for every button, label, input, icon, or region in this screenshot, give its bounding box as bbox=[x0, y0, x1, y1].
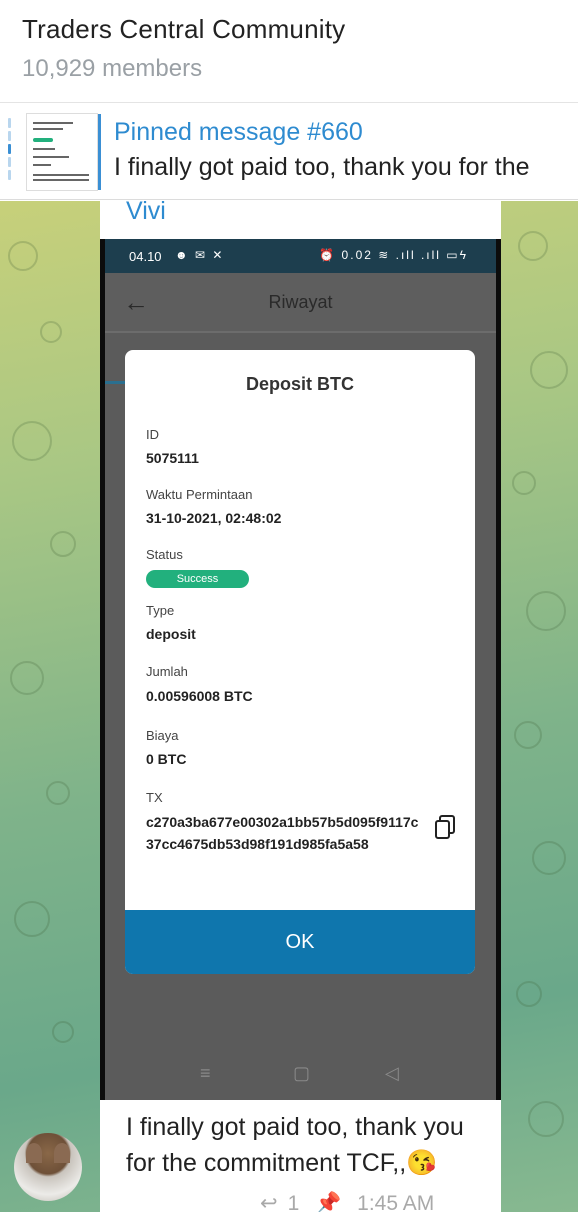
pinned-thumbnail bbox=[26, 113, 98, 191]
ok-button: OK bbox=[125, 910, 475, 974]
status-label: Status bbox=[146, 547, 183, 562]
avatar[interactable] bbox=[14, 1133, 82, 1201]
deposit-dialog: Deposit BTC ID 5075111 Waktu Permintaan … bbox=[125, 350, 475, 974]
system-status-icons: ⏰ 0.02 ≋ .ıll .ıll ▭ϟ bbox=[319, 248, 468, 262]
home-icon: ▢ bbox=[293, 1063, 311, 1083]
reply-count[interactable]: 1 bbox=[288, 1192, 300, 1212]
app-bar-title: Riwayat bbox=[268, 292, 333, 312]
pinned-message-bar[interactable]: Pinned message #660 I finally got paid t… bbox=[0, 104, 578, 200]
fee-value: 0 BTC bbox=[146, 751, 187, 767]
reply-icon[interactable]: ↩ bbox=[260, 1192, 278, 1212]
chat-header[interactable]: Traders Central Community 10,929 members bbox=[0, 0, 578, 103]
tx-hash-value: c270a3ba677e00302a1bb57b5d095f9117c37cc4… bbox=[146, 814, 419, 852]
request-time-label: Waktu Permintaan bbox=[146, 487, 253, 502]
phone-nav-bar: ≡ ▢ ◁ bbox=[105, 1049, 496, 1100]
message-time: 1:45 AM bbox=[357, 1192, 435, 1212]
request-time-value: 31-10-2021, 02:48:02 bbox=[146, 510, 282, 526]
message-photo[interactable]: 04.10 ☻ ✉ ✕ ⏰ 0.02 ≋ .ıll .ıll ▭ϟ ← Riwa… bbox=[100, 239, 501, 1100]
pinned-preview-text: I finally got paid too, thank you for th… bbox=[114, 153, 530, 181]
id-value: 5075111 bbox=[146, 450, 199, 466]
pinned-title: Pinned message #660 bbox=[114, 118, 363, 146]
tx-label: TX bbox=[146, 790, 163, 805]
group-title[interactable]: Traders Central Community bbox=[22, 14, 345, 45]
amount-value: 0.00596008 BTC bbox=[146, 688, 253, 704]
type-value: deposit bbox=[146, 626, 196, 642]
pinned-divider bbox=[98, 114, 101, 190]
back-icon: ◁ bbox=[385, 1063, 399, 1083]
id-label: ID bbox=[146, 427, 159, 442]
message-bubble[interactable]: Vivi 04.10 ☻ ✉ ✕ ⏰ 0.02 ≋ .ıll .ıll ▭ϟ ←… bbox=[100, 197, 501, 1212]
status-time: 04.10 bbox=[129, 249, 162, 264]
type-label: Type bbox=[146, 603, 175, 618]
phone-screenshot: 04.10 ☻ ✉ ✕ ⏰ 0.02 ≋ .ıll .ıll ▭ϟ ← Riwa… bbox=[105, 239, 496, 1100]
app-bar: ← Riwayat bbox=[105, 273, 496, 333]
notification-icons: ☻ ✉ ✕ bbox=[175, 248, 225, 262]
fee-label: Biaya bbox=[146, 728, 179, 743]
pinned-position-indicator bbox=[8, 118, 11, 184]
message-caption: I finally got paid too, thank you for th… bbox=[126, 1113, 464, 1177]
pin-icon: 📌 bbox=[315, 1192, 342, 1212]
copy-icon bbox=[435, 815, 455, 839]
dialog-title: Deposit BTC bbox=[246, 374, 354, 394]
message-meta: ↩ 1 📌 1:45 AM bbox=[260, 1191, 444, 1212]
sender-name[interactable]: Vivi bbox=[126, 197, 166, 226]
member-count: 10,929 members bbox=[22, 55, 203, 82]
amount-label: Jumlah bbox=[146, 664, 188, 679]
status-badge: Success bbox=[146, 570, 249, 588]
tab-indicator bbox=[105, 381, 127, 384]
recent-apps-icon: ≡ bbox=[200, 1063, 211, 1083]
phone-status-bar: 04.10 ☻ ✉ ✕ ⏰ 0.02 ≋ .ıll .ıll ▭ϟ bbox=[105, 239, 496, 273]
